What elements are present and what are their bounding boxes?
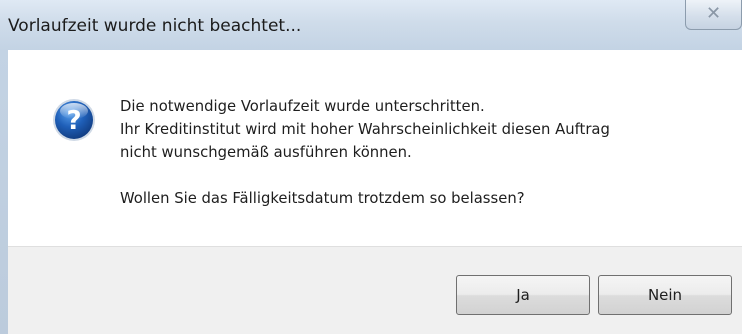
dialog-window: Vorlaufzeit wurde nicht beachtet... ✕ ? …	[0, 0, 742, 334]
window-title: Vorlaufzeit wurde nicht beachtet...	[8, 16, 302, 36]
question-icon: ?	[53, 99, 95, 141]
svg-text:?: ?	[66, 106, 81, 136]
title-bar[interactable]: Vorlaufzeit wurde nicht beachtet... ✕	[0, 0, 742, 50]
question-text: Wollen Sie das Fälligkeitsdatum trotzdem…	[120, 190, 525, 207]
window-frame-left	[0, 50, 8, 334]
close-button[interactable]: ✕	[685, 0, 742, 30]
message-line: nicht wunschgemäß ausführen können.	[120, 144, 412, 161]
yes-button[interactable]: Ja	[456, 275, 590, 315]
message-line: Die notwendige Vorlaufzeit wurde untersc…	[120, 98, 485, 115]
message-line: Ihr Kreditinstitut wird mit hoher Wahrsc…	[120, 121, 610, 138]
dialog-message: Die notwendige Vorlaufzeit wurde untersc…	[120, 95, 720, 210]
no-button[interactable]: Nein	[598, 275, 732, 315]
close-icon: ✕	[705, 3, 722, 24]
